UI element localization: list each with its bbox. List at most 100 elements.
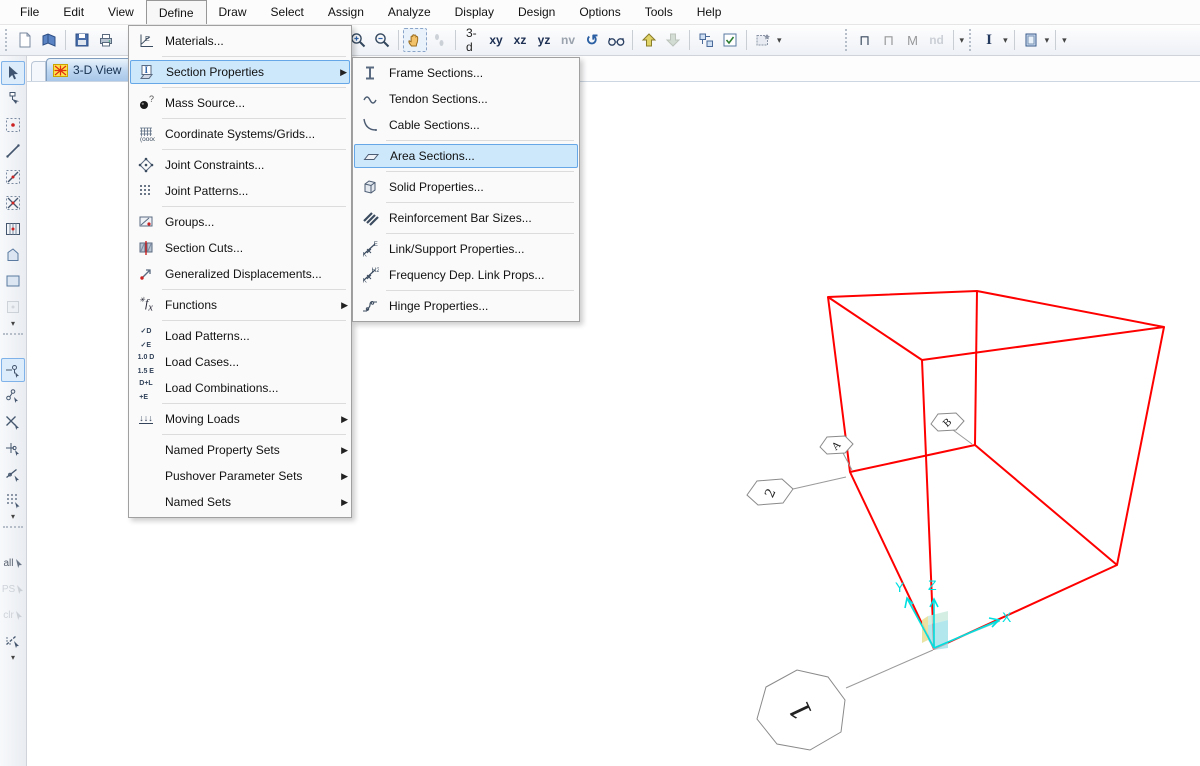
print-button[interactable] <box>94 28 118 52</box>
perspective-button[interactable] <box>604 28 628 52</box>
menu-item-load-cases[interactable]: 1.0 D 1.5 E Load Cases... <box>129 349 351 375</box>
plane-xz-button[interactable]: xz <box>508 28 532 52</box>
options-checkbox-button[interactable] <box>718 28 742 52</box>
frame-section-b-button[interactable]: ⊓ <box>877 28 901 52</box>
menu-item-moving-loads[interactable]: ↓↓↓ Moving Loads ▶ <box>129 406 351 432</box>
snap-to-joints-icon <box>6 365 19 378</box>
plane-yz-button[interactable]: yz <box>532 28 556 52</box>
snap-to-joints-button[interactable] <box>1 358 25 382</box>
quick-draw-frame-button[interactable] <box>1 165 25 189</box>
menu-item-named-property-sets[interactable]: Named Property Sets ▶ <box>129 437 351 463</box>
open-file-button[interactable] <box>37 28 61 52</box>
menu-tools[interactable]: Tools <box>633 0 685 24</box>
select-objects-button[interactable] <box>694 28 718 52</box>
move-down-in-list-button[interactable] <box>661 28 685 52</box>
menu-assign[interactable]: Assign <box>316 0 376 24</box>
menu-item-load-patterns[interactable]: ✓D ✓E Load Patterns... <box>129 323 351 349</box>
snap-to-midpoints-button[interactable] <box>1 384 25 408</box>
walk-steps-button[interactable] <box>427 28 451 52</box>
menu-item-materials[interactable]: E Materials... <box>129 28 351 54</box>
nd-button[interactable]: nd <box>925 28 949 52</box>
plane-xy-button[interactable]: xy <box>484 28 508 52</box>
submenu-item-frame-sections[interactable]: Frame Sections... <box>353 60 579 86</box>
clear-selection-button[interactable]: clr <box>1 603 25 627</box>
select-pointer-button[interactable] <box>1 61 25 85</box>
menu-separator <box>353 169 579 174</box>
view-3d-button[interactable]: 3-d <box>460 26 484 54</box>
menu-item-named-sets[interactable]: Named Sets ▶ <box>129 489 351 515</box>
snap-to-intersections-button[interactable] <box>1 410 25 434</box>
menu-help[interactable]: Help <box>685 0 734 24</box>
snap-dropdown[interactable]: ▾ <box>11 513 15 522</box>
menu-item-groups[interactable]: Groups... <box>129 209 351 235</box>
draw-area-dropdown[interactable]: ▾ <box>11 320 15 329</box>
get-previous-selection-button[interactable]: PS <box>1 577 25 601</box>
menu-draw[interactable]: Draw <box>207 0 259 24</box>
frame-section-a-button[interactable]: ⊓ <box>853 28 877 52</box>
submenu-item-hinge-properties[interactable]: Hinge Properties... <box>353 293 579 319</box>
snap-to-lines-button[interactable] <box>1 462 25 486</box>
menu-view[interactable]: View <box>96 0 146 24</box>
rotate-3d-button[interactable]: ↺ <box>580 28 604 52</box>
perspective-glasses-icon <box>608 37 625 46</box>
move-up-in-list-button[interactable] <box>637 28 661 52</box>
menu-edit[interactable]: Edit <box>51 0 96 24</box>
side-toolbar: ▾ ▾ all PS clr ▾ <box>0 56 27 766</box>
menu-item-section-cuts[interactable]: Section Cuts... <box>129 235 351 261</box>
menu-options[interactable]: Options <box>567 0 632 24</box>
tab-3d-view[interactable]: 3-D View <box>46 58 135 81</box>
snap-to-perpendicular-button[interactable] <box>1 436 25 460</box>
quick-draw-area-button[interactable] <box>1 295 25 319</box>
select-all-button[interactable]: all <box>1 551 25 575</box>
draw-frame-button[interactable] <box>1 139 25 163</box>
section-dropdown[interactable]: ▾ <box>958 35 967 46</box>
assign-template-dropdown[interactable]: ▾ <box>775 35 784 46</box>
submenu-item-frequency-dep-link-props[interactable]: K H2 Frequency Dep. Link Props... <box>353 262 579 288</box>
draw-poly-area-button[interactable] <box>1 243 25 267</box>
quick-draw-braces-button[interactable] <box>1 191 25 215</box>
zoom-out-button[interactable] <box>370 28 394 52</box>
save-file-button[interactable] <box>70 28 94 52</box>
new-file-button[interactable] <box>13 28 37 52</box>
menu-analyze[interactable]: Analyze <box>376 0 443 24</box>
submenu-item-cable-sections[interactable]: Cable Sections... <box>353 112 579 138</box>
i-cursor-dropdown[interactable]: ▾ <box>1001 35 1010 46</box>
area-display-dropdown[interactable]: ▾ <box>1043 35 1052 46</box>
toolbar-grip <box>844 29 850 51</box>
draw-rect-area-button[interactable] <box>1 269 25 293</box>
menu-select[interactable]: Select <box>259 0 316 24</box>
menu-separator <box>129 401 351 406</box>
menu-display[interactable]: Display <box>443 0 506 24</box>
frame-section-c-button[interactable]: M <box>901 28 925 52</box>
reshape-object-button[interactable] <box>1 87 25 111</box>
submenu-item-area-sections[interactable]: Area Sections... <box>354 144 578 168</box>
menu-define[interactable]: Define <box>145 0 207 24</box>
assign-template-button[interactable] <box>751 28 775 52</box>
menu-item-generalized-displacements[interactable]: Generalized Displacements... <box>129 261 351 287</box>
plane-nv-button[interactable]: nv <box>556 28 580 52</box>
menu-file[interactable]: File <box>8 0 51 24</box>
i-cursor-button[interactable]: I <box>977 28 1001 52</box>
snap-to-grid-button[interactable] <box>1 488 25 512</box>
submenu-item-solid-properties[interactable]: Solid Properties... <box>353 174 579 200</box>
quick-draw-secondary-beams-button[interactable] <box>1 217 25 241</box>
select-mode-dropdown[interactable]: ▾ <box>11 654 15 663</box>
inactive-tab-stub[interactable] <box>31 61 46 81</box>
area-display-button[interactable] <box>1019 28 1043 52</box>
menu-item-pushover-parameter-sets[interactable]: Pushover Parameter Sets ▶ <box>129 463 351 489</box>
menu-item-joint-patterns[interactable]: Joint Patterns... <box>129 178 351 204</box>
menu-item-functions[interactable]: ✳fx Functions ▶ <box>129 292 351 318</box>
crossing-line-select-button[interactable] <box>1 629 25 653</box>
menu-item-load-combinations[interactable]: D+L +E Load Combinations... <box>129 375 351 401</box>
submenu-item-reinforcement-bar-sizes[interactable]: Reinforcement Bar Sizes... <box>353 205 579 231</box>
submenu-item-tendon-sections[interactable]: Tendon Sections... <box>353 86 579 112</box>
menu-item-coordinate-grids[interactable]: (oooo) Coordinate Systems/Grids... <box>129 121 351 147</box>
pan-button[interactable] <box>403 28 427 52</box>
menu-item-mass-source[interactable]: ? Mass Source... <box>129 90 351 116</box>
more-tools-dropdown[interactable]: ▾ <box>1060 35 1069 46</box>
submenu-item-link-support-properties[interactable]: KE Link/Support Properties... <box>353 236 579 262</box>
menu-item-joint-constraints[interactable]: Joint Constraints... <box>129 152 351 178</box>
menu-item-section-properties[interactable]: I Section Properties ▶ <box>130 60 350 84</box>
draw-joint-button[interactable] <box>1 113 25 137</box>
menu-design[interactable]: Design <box>506 0 567 24</box>
